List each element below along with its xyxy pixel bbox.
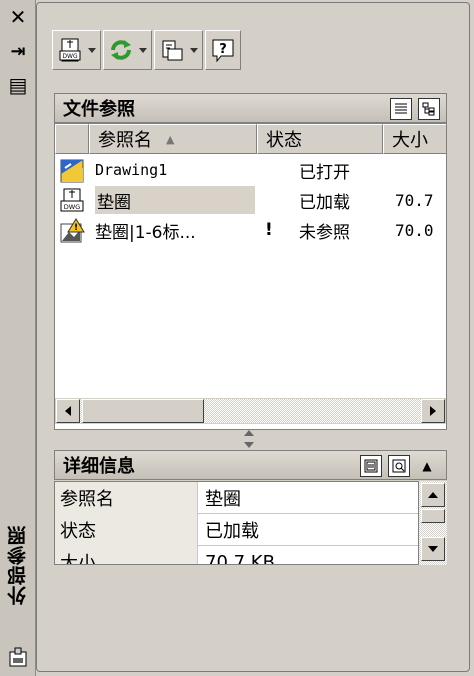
svg-text:!: ! — [74, 223, 78, 233]
help-button[interactable]: ? — [205, 30, 241, 70]
change-path-icon — [159, 37, 185, 63]
dropdown-arrow-icon[interactable] — [190, 47, 198, 53]
xref-row-selected[interactable]: DWG 垫圈 已加载 70.7 — [55, 186, 446, 214]
column-header-status[interactable]: 状态 — [257, 124, 383, 154]
list-horizontal-scrollbar[interactable] — [55, 398, 446, 424]
svg-text:DWG: DWG — [62, 53, 78, 60]
scroll-up-button[interactable] — [421, 483, 445, 507]
dropdown-arrow-icon[interactable] — [139, 47, 147, 53]
palette-title-strip: ✕ ⇥ ▤ 外部参照 — [0, 0, 36, 676]
palette-title: 外部参照 — [7, 525, 29, 605]
close-icon[interactable]: ✕ — [6, 5, 30, 29]
dwg-file-icon: DWG — [59, 188, 85, 214]
refresh-icon — [108, 37, 134, 63]
auto-hide-icon[interactable]: ⇥ — [6, 40, 30, 62]
attach-dwg-button[interactable]: DWG — [52, 30, 101, 70]
panel-splitter[interactable] — [242, 430, 256, 448]
details-view-icon[interactable] — [360, 455, 382, 477]
image-warning-icon: ! — [59, 218, 85, 244]
dropdown-arrow-icon[interactable] — [88, 47, 96, 53]
details-header: 详细信息 ▲ — [54, 450, 447, 480]
drawing-icon — [59, 158, 85, 184]
change-path-button[interactable] — [154, 30, 203, 70]
details-title: 详细信息 — [63, 456, 135, 477]
preview-view-icon[interactable] — [388, 455, 410, 477]
svg-text:DWG: DWG — [64, 203, 80, 211]
details-horizontal-scrollbar[interactable] — [55, 564, 418, 565]
scroll-thumb[interactable] — [82, 399, 204, 423]
scroll-thumb[interactable] — [421, 509, 445, 523]
column-header-size[interactable]: 大小 — [383, 124, 446, 154]
detail-row: 状态 已加载 — [55, 514, 418, 546]
xref-list[interactable]: 参照名 ▲ 状态 大小 Drawing1 已打开 DWG 垫圈 已加载 70.7… — [54, 123, 447, 430]
xref-row[interactable]: ! 垫圈|1-6标... ! 未参照 70.0 — [55, 216, 446, 244]
column-header-name[interactable]: 参照名 ▲ — [89, 124, 257, 154]
xref-palette-icon — [6, 646, 30, 668]
refresh-button[interactable] — [103, 30, 152, 70]
column-header-icon[interactable] — [55, 124, 89, 154]
file-references-header: 文件参照 — [54, 93, 447, 123]
scroll-left-button[interactable] — [56, 399, 80, 423]
collapse-details-icon[interactable]: ▲ — [416, 455, 438, 477]
sort-ascending-icon: ▲ — [166, 132, 175, 146]
detail-row: 参照名 垫圈 — [55, 482, 418, 514]
help-icon: ? — [210, 37, 236, 63]
details-vertical-scrollbar[interactable] — [419, 481, 447, 565]
tree-view-icon[interactable] — [418, 98, 440, 120]
xref-toolbar: DWG ? — [52, 30, 243, 70]
list-header: 参照名 ▲ 状态 大小 — [55, 124, 446, 154]
scroll-down-button[interactable] — [421, 537, 445, 561]
warning-mark: ! — [265, 220, 273, 240]
xref-row[interactable]: Drawing1 已打开 — [55, 156, 446, 184]
file-references-title: 文件参照 — [63, 99, 135, 120]
list-view-icon[interactable] — [390, 98, 412, 120]
properties-icon[interactable]: ▤ — [6, 73, 30, 97]
scroll-right-button[interactable] — [421, 399, 445, 423]
svg-text:?: ? — [219, 42, 227, 57]
dwg-attach-icon: DWG — [57, 37, 83, 63]
detail-row: 大小 70.7 KB — [55, 546, 418, 564]
details-grid[interactable]: 参照名 垫圈 状态 已加载 大小 70.7 KB — [54, 481, 419, 565]
